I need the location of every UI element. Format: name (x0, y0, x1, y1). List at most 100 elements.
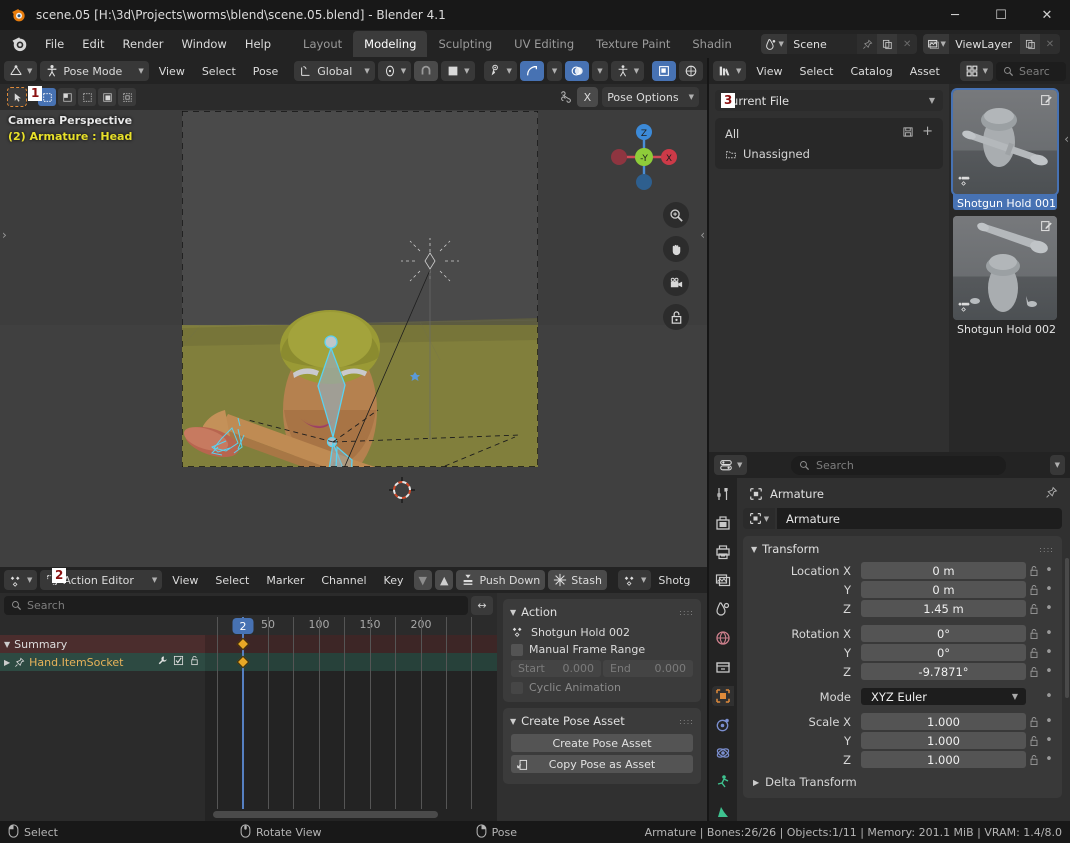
shading-material-button[interactable] (679, 61, 704, 81)
action-name-row[interactable]: Shotgun Hold 002 (503, 623, 701, 641)
snap-pivot-selector[interactable]: ▼ (377, 61, 412, 81)
keyframe-grid[interactable]: 50 100 150 200 (205, 617, 497, 821)
add-catalog-icon[interactable]: + (922, 125, 933, 141)
tab-layout[interactable]: Layout (292, 31, 353, 57)
create-pose-asset-header[interactable]: ▼ Create Pose Asset :::: (503, 712, 701, 732)
visibility-selector[interactable]: ▼ (483, 61, 517, 81)
tab-object-data[interactable] (712, 801, 734, 821)
transform-orientation-selector[interactable]: Global ▼ (294, 61, 375, 81)
expand-icon-channel[interactable]: ▶ (4, 658, 10, 667)
select-subtract-mode[interactable] (78, 88, 96, 106)
ortho-perspective-icon[interactable] (663, 304, 689, 330)
value-rotation-x[interactable]: 0° (861, 625, 1026, 642)
copy-pose-as-asset-button[interactable]: Copy Pose as Asset (511, 755, 693, 773)
save-catalog-icon[interactable] (902, 126, 914, 141)
tab-collection[interactable] (712, 657, 734, 677)
filter-toggle-icon[interactable]: ↔ (471, 595, 493, 615)
select-invert-mode[interactable] (98, 88, 116, 106)
value-rotation-y[interactable]: 0° (861, 644, 1026, 661)
lock-scale-x-icon[interactable] (1026, 716, 1042, 728)
select-intersect-mode[interactable] (118, 88, 136, 106)
asset-search-input[interactable]: Searc (996, 61, 1066, 81)
action-panel-collapse-icon[interactable]: ▼ (510, 608, 516, 617)
properties-scrollbar[interactable] (1065, 558, 1069, 698)
viewport-menu-view[interactable]: View (152, 61, 192, 81)
lock-location-z-icon[interactable] (1026, 603, 1042, 615)
transform-collapse-icon[interactable]: ▼ (751, 545, 757, 554)
object-id-icon-box[interactable]: ▼ (743, 508, 775, 529)
value-location-x[interactable]: 0 m (861, 562, 1026, 579)
object-id-field[interactable]: ▼ Armature (743, 508, 1062, 529)
catalog-row-all[interactable]: All + (719, 123, 939, 144)
viewport-menu-select[interactable]: Select (195, 61, 243, 81)
mode-selector[interactable]: Pose Mode ▼ (40, 61, 149, 81)
asset-thumbnail-1[interactable] (951, 88, 1059, 196)
frame-range-start[interactable]: Start 0.000 (511, 660, 601, 677)
cyclic-animation-row[interactable]: Cyclic Animation (503, 679, 701, 696)
expand-icon-summary[interactable]: ▼ (4, 640, 10, 649)
properties-search-input[interactable]: Search (791, 455, 1006, 475)
overlays-dropdown[interactable]: ▼ (592, 61, 608, 81)
menu-help[interactable]: Help (236, 33, 280, 55)
tab-physics[interactable] (712, 743, 734, 763)
viewport-3d[interactable]: Camera Perspective (2) Armature : Head ›… (0, 110, 707, 567)
pose-asset-collapse-icon[interactable]: ▼ (510, 717, 516, 726)
new-scene-icon[interactable] (877, 34, 898, 54)
tab-modeling[interactable]: Modeling (353, 31, 428, 57)
lock-scale-y-icon[interactable] (1026, 735, 1042, 747)
gizmo-toggle[interactable] (519, 61, 544, 81)
catalog-row-unassigned[interactable]: Unassigned (719, 144, 939, 164)
lock-scale-z-icon[interactable] (1026, 754, 1042, 766)
value-location-z[interactable]: 1.45 m (861, 600, 1026, 617)
proportional-edit-toggle[interactable]: ▼ (441, 61, 475, 81)
transform-panel-header[interactable]: ▼ Transform :::: (743, 539, 1062, 561)
delete-scene-icon[interactable]: ✕ (897, 34, 918, 54)
asset-editor-type-selector[interactable]: ▼ (713, 61, 747, 81)
dopesheet-menu-key[interactable]: Key (377, 570, 411, 590)
create-pose-asset-button[interactable]: Create Pose Asset (511, 734, 693, 752)
pose-bones-icon[interactable] (559, 89, 573, 105)
lock-location-y-icon[interactable] (1026, 584, 1042, 596)
overlays-toggle[interactable] (565, 61, 590, 81)
tab-output[interactable] (712, 542, 734, 562)
scene-selector[interactable]: ▼ Scene ✕ (761, 34, 918, 54)
asset-thumbnail-2[interactable] (953, 216, 1057, 320)
manual-frame-range-row[interactable]: Manual Frame Range (503, 641, 701, 658)
new-viewlayer-icon[interactable] (1020, 34, 1040, 54)
display-mode-selector[interactable]: ▼ (959, 61, 993, 81)
delta-expand-icon[interactable]: ▶ (753, 778, 759, 787)
value-scale-x[interactable]: 1.000 (861, 713, 1026, 730)
menu-edit[interactable]: Edit (73, 33, 113, 55)
menu-window[interactable]: Window (172, 33, 235, 55)
blender-menu-logo-icon[interactable] (10, 34, 30, 54)
channel-enable-checkbox[interactable] (173, 655, 184, 669)
stash-button[interactable]: Stash (548, 570, 607, 590)
dopesheet-editor-type-selector[interactable]: ▼ (4, 570, 38, 590)
tab-render[interactable] (712, 513, 734, 533)
dopesheet-search-input[interactable]: Search (4, 595, 468, 615)
value-rotation-z[interactable]: -9.7871° (861, 663, 1026, 680)
asset-item-1[interactable]: Shotgun Hold 001 (951, 88, 1059, 210)
pin-properties-icon[interactable] (1045, 486, 1058, 502)
action-panel-header[interactable]: ▼ Action :::: (503, 603, 701, 623)
pin-scene-icon[interactable] (857, 34, 878, 54)
delta-transform-row[interactable]: ▶ Delta Transform (743, 769, 1062, 791)
xray-toggle[interactable]: ▼ (610, 61, 645, 81)
action-datablock-selector[interactable]: ▼ (617, 570, 652, 590)
manual-frame-range-checkbox[interactable] (511, 643, 523, 656)
value-location-y[interactable]: 0 m (861, 581, 1026, 598)
tab-world[interactable] (712, 628, 734, 648)
asset-item-2[interactable]: Shotgun Hold 002 (953, 216, 1057, 336)
gizmo-dropdown[interactable]: ▼ (546, 61, 563, 81)
minimize-button[interactable]: ─ (932, 0, 978, 30)
pin-channel-icon[interactable] (14, 657, 25, 668)
snap-toggle[interactable] (414, 61, 439, 81)
lock-rotation-y-icon[interactable] (1026, 647, 1042, 659)
object-name-value[interactable]: Armature (777, 508, 1062, 529)
viewport-sidebar-expand-icon[interactable]: ‹ (700, 228, 705, 242)
menu-render[interactable]: Render (114, 33, 173, 55)
action-browse-next-button[interactable]: ▲ (434, 570, 454, 590)
dopesheet-scrollbar-horizontal[interactable] (205, 809, 497, 821)
properties-editor-type-selector[interactable]: ▼ (714, 455, 748, 475)
asset-menu-asset[interactable]: Asset (903, 61, 947, 81)
